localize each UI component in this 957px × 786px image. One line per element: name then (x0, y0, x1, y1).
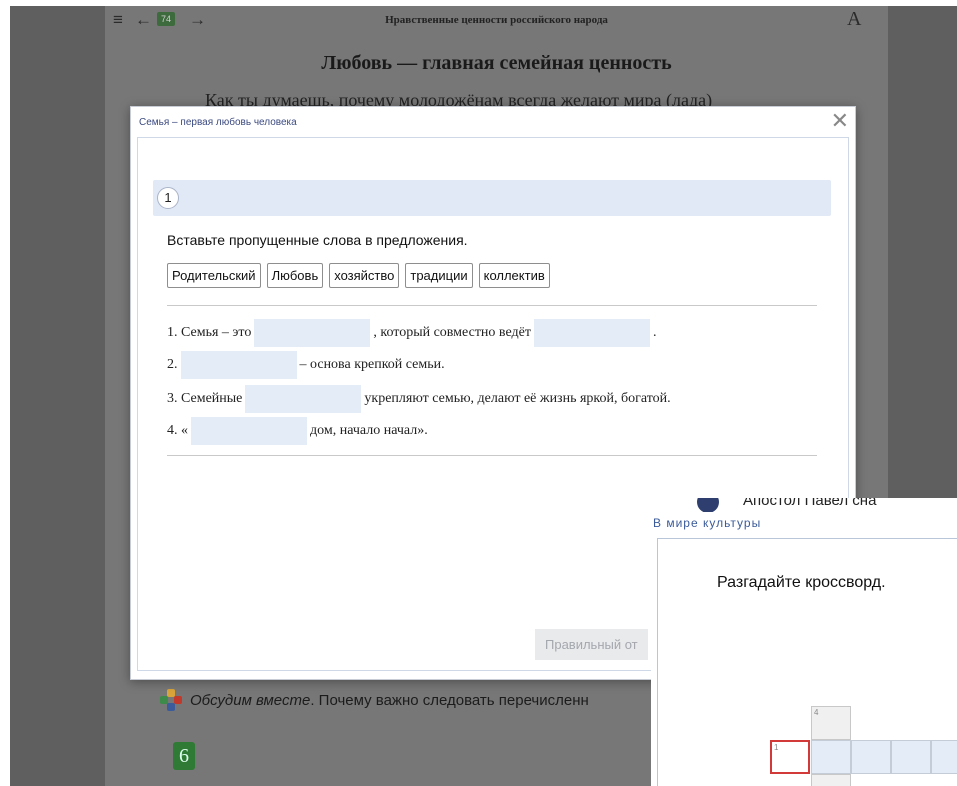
crossword-panel: Апостол Павел сна В мире культуры Разгад… (651, 498, 957, 786)
book-toolbar: ≡ ← 74 → Нравственные ценности российско… (105, 6, 888, 36)
sentence-text: 1. Семья – это (167, 325, 252, 340)
discuss-label: Обсудим вместе (190, 691, 311, 709)
crossword-cell[interactable] (931, 740, 957, 774)
drop-slot[interactable] (245, 385, 362, 413)
word-chip[interactable]: традиции (405, 263, 473, 288)
crossword-instruction: Разгадайте кроссворд. (717, 574, 886, 591)
drop-slot[interactable] (254, 319, 371, 347)
font-size-icon[interactable]: A (847, 8, 861, 31)
crossword-cell[interactable] (811, 740, 851, 774)
sentence-2: 2. – основа крепкой семьи. (167, 351, 445, 379)
panel-top-strip: Апостол Павел сна (651, 498, 957, 512)
sentence-text: . (652, 325, 657, 340)
section-badge: 6 (173, 742, 195, 770)
sentence-text: – основа крепкой семьи. (299, 357, 445, 372)
task-number: 1 (157, 187, 179, 209)
sentence-text: 2. (167, 357, 178, 372)
crossword-header: В мире культуры (653, 516, 762, 530)
task-header: 1 (153, 180, 831, 216)
sentence-3: 3. Семейные укрепляют семью, делают её ж… (167, 385, 671, 413)
divider (167, 455, 817, 456)
correct-answer-button[interactable]: Правильный от (535, 629, 648, 660)
crossword-cell[interactable] (891, 740, 931, 774)
chapter-title: Любовь — главная семейная ценность (321, 52, 672, 74)
dialog-title: Семья – первая любовь человека (139, 117, 297, 128)
divider (167, 305, 817, 306)
word-chip[interactable]: Любовь (266, 263, 324, 288)
book-header-title: Нравственные ценности российского народа (385, 14, 608, 26)
crossword-cell[interactable]: 4 (811, 706, 851, 740)
word-chip[interactable]: хозяйство (329, 263, 400, 288)
sentence-text: 4. « (167, 423, 188, 438)
crossword-cell[interactable] (811, 774, 851, 786)
crossword-cell[interactable] (851, 740, 891, 774)
cell-number: 1 (774, 743, 779, 752)
cell-number: 4 (814, 708, 819, 717)
discussion-icon (160, 689, 182, 711)
sentence-text: 3. Семейные (167, 391, 243, 406)
discuss-text: . Почему важно следовать перечисленн (310, 691, 589, 709)
sentence-text: укрепляют семью, делают её жизнь яркой, … (364, 391, 671, 406)
sentence-text: дом, начало начал». (310, 423, 428, 438)
top-strip-text: Апостол Павел сна (743, 498, 877, 509)
word-chip[interactable]: Родительский (167, 263, 261, 288)
task-instruction: Вставьте пропущенные слова в предложения… (167, 232, 468, 248)
discuss-together-prompt: Обсудим вместе. Почему важно следовать п… (160, 689, 589, 711)
drop-slot[interactable] (180, 351, 297, 379)
word-chip[interactable]: коллектив (478, 263, 550, 288)
sentence-text: , который совместно ведёт (373, 325, 531, 340)
close-icon[interactable]: ✕ (831, 109, 849, 134)
sentence-1: 1. Семья – это , который совместно ведёт… (167, 319, 656, 347)
sentence-4: 4. « дом, начало начал». (167, 417, 428, 445)
crossword-cell-active[interactable]: 1 (770, 740, 810, 774)
word-bank: Родительский Любовь хозяйство традиции к… (167, 263, 550, 288)
drop-slot[interactable] (191, 417, 307, 445)
drop-slot[interactable] (533, 319, 650, 347)
info-icon (697, 498, 719, 512)
